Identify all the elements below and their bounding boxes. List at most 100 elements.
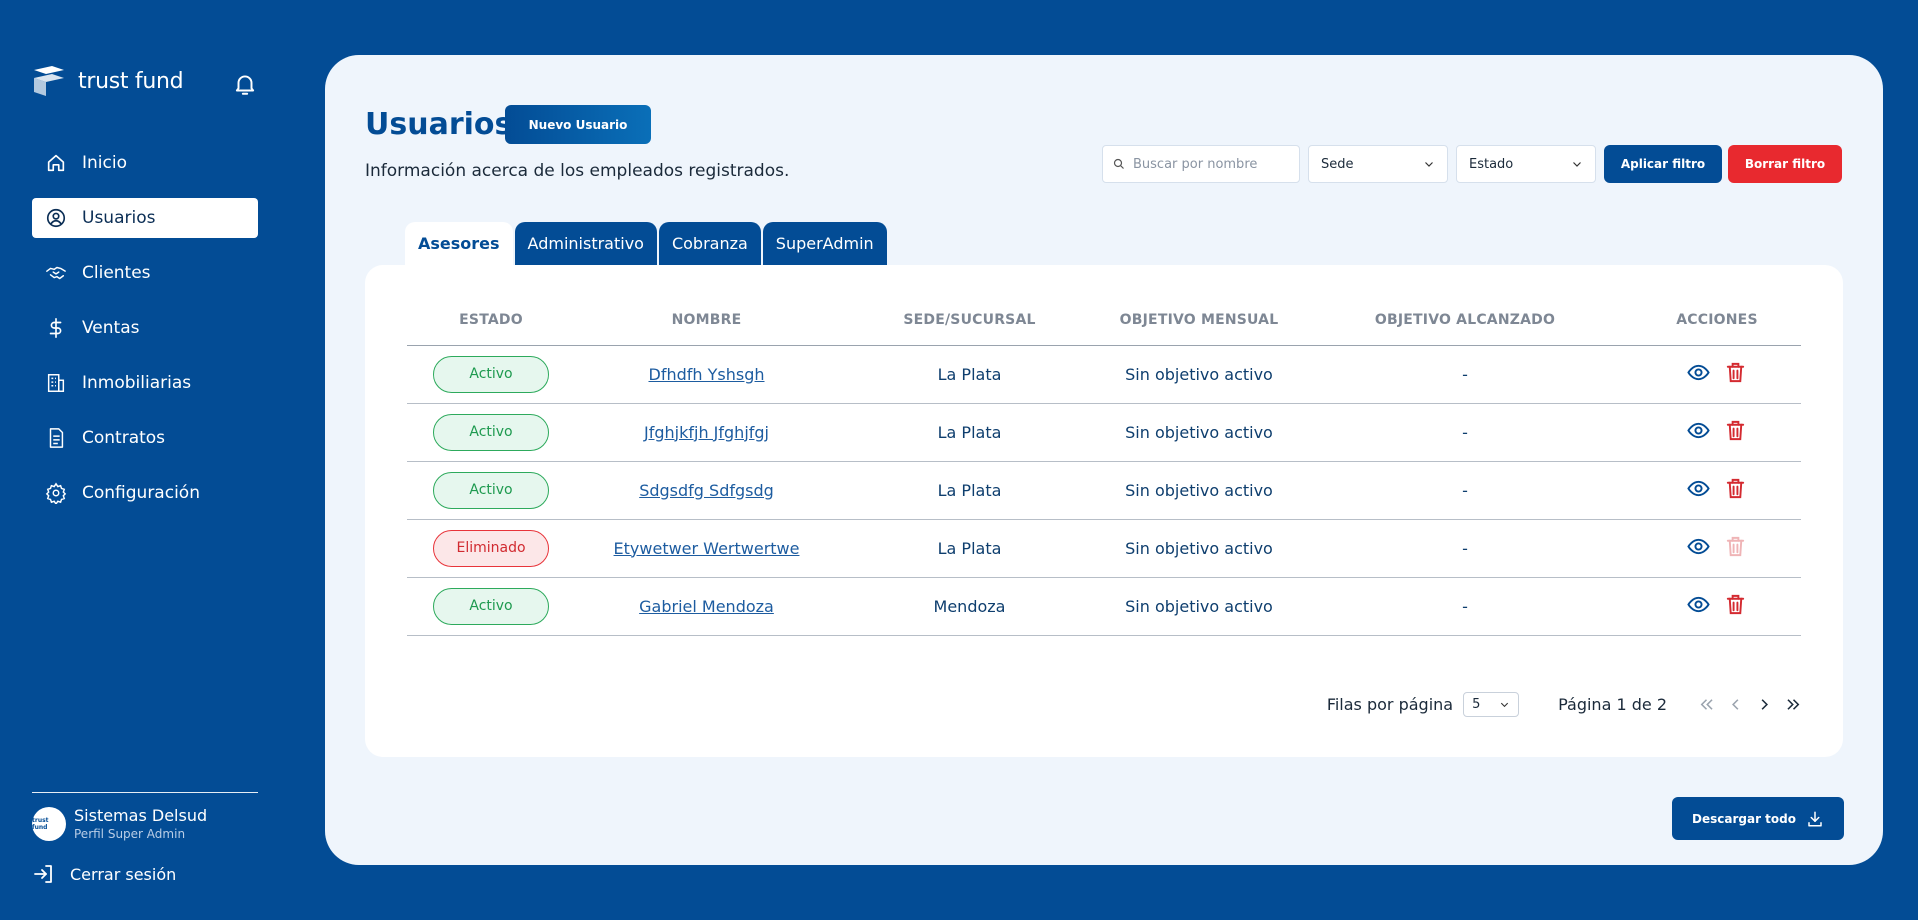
chevron-down-icon [1573,162,1581,167]
previous-page-icon[interactable] [1726,695,1745,714]
trash-icon[interactable] [1724,361,1747,384]
trash-icon[interactable] [1724,593,1747,616]
page-title: Usuarios [365,107,513,142]
rows-per-page-value: 5 [1472,697,1481,712]
user-name-link[interactable]: Jfghjkfjh Jfghjfgj [644,423,769,442]
sidebar-item-label: Inmobiliarias [82,373,192,393]
table-row: Activo Sdgsdfg Sdfgsdg La Plata Sin obje… [407,461,1801,520]
view-eye-icon[interactable] [1687,593,1710,616]
sidebar-item-label: Contratos [82,428,166,448]
home-icon [44,151,68,175]
sede-cell: La Plata [838,345,1101,404]
trash-icon[interactable] [1724,477,1747,500]
user-profile[interactable]: trust fund Sistemas Delsud Perfil Super … [32,806,207,841]
bell-icon[interactable] [232,71,258,97]
user-name-link[interactable]: Gabriel Mendoza [639,597,774,616]
sede-select-value: Sede [1321,156,1354,172]
new-user-button[interactable]: Nuevo Usuario [505,105,651,144]
objetivo-alcanzado-cell: - [1297,519,1633,578]
table-row: Activo Gabriel Mendoza Mendoza Sin objet… [407,577,1801,636]
logout-icon [34,865,52,883]
rows-per-page-label: Filas por página [1326,695,1454,714]
tab-administrativo[interactable]: Administrativo [514,222,657,265]
apply-filter-button[interactable]: Aplicar filtro [1604,145,1722,183]
objetivo-alcanzado-cell: - [1297,461,1633,520]
objetivo-mensual-cell: Sin objetivo activo [1101,345,1297,404]
sede-cell: Mendoza [838,577,1101,636]
trash-icon [1726,536,1745,556]
rows-per-page-select[interactable]: 5 [1463,692,1520,717]
view-eye-icon[interactable] [1687,361,1710,384]
handshake-icon [44,261,68,285]
objetivo-alcanzado-cell: - [1297,577,1633,636]
search-icon [1113,158,1124,169]
user-name-link[interactable]: Sdgsdfg Sdfgsdg [639,481,774,500]
sidebar-item-configuracion[interactable]: Configuración [32,473,258,513]
sede-select[interactable]: Sede [1308,145,1448,183]
view-eye-icon[interactable] [1687,419,1710,442]
trash-icon[interactable] [1724,419,1747,442]
download-all-button[interactable]: Descargar todo [1672,797,1844,840]
search-input[interactable] [1133,156,1293,172]
column-header-acciones: ACCIONES [1633,295,1801,346]
column-header-sede: SEDE/SUCURSAL [838,295,1101,346]
sidebar-item-inmobiliarias[interactable]: Inmobiliarias [32,363,258,403]
view-eye-icon[interactable] [1687,535,1710,558]
clear-filter-button[interactable]: Borrar filtro [1728,145,1842,183]
sidebar-divider [32,792,258,793]
status-badge: Eliminado [433,529,549,567]
objetivo-mensual-cell: Sin objetivo activo [1101,519,1297,578]
column-header-objetivo-alcanzado: OBJETIVO ALCANZADO [1297,295,1633,346]
users-table: ESTADO NOMBRE SEDE/SUCURSAL OBJETIVO MEN… [407,295,1801,636]
column-header-estado: ESTADO [407,295,575,346]
avatar: trust fund [32,806,66,841]
table-row: Eliminado Etywetwer Wertwertwe La Plata … [407,519,1801,578]
first-page-icon[interactable] [1697,695,1716,714]
objetivo-mensual-cell: Sin objetivo activo [1101,461,1297,520]
sidebar-item-contratos[interactable]: Contratos [32,418,258,458]
pagination: Filas por página 5 Página 1 de 2 [1327,692,1803,717]
last-page-icon[interactable] [1784,695,1803,714]
sidebar-item-clientes[interactable]: Clientes [32,253,258,293]
user-name-link[interactable]: Etywetwer Wertwertwe [614,539,800,558]
sidebar-item-ventas[interactable]: Ventas [32,308,258,348]
filters-bar: Sede Estado Aplicar filtro Borrar filtro [1102,145,1842,183]
search-box[interactable] [1102,145,1300,183]
sidebar-item-inicio[interactable]: Inicio [32,143,258,183]
logout-label: Cerrar sesión [70,864,177,884]
user-name-link[interactable]: Dfhdfh Yshsgh [649,365,765,384]
tab-asesores[interactable]: Asesores [405,222,513,265]
view-eye-icon[interactable] [1687,477,1710,500]
chevron-down-icon [1500,702,1509,708]
objetivo-mensual-cell: Sin objetivo activo [1101,403,1297,462]
tab-superadmin[interactable]: SuperAdmin [762,222,887,265]
objetivo-alcanzado-cell: - [1297,403,1633,462]
sidebar-item-label: Clientes [82,263,151,283]
sede-cell: La Plata [838,461,1101,520]
logout-button[interactable]: Cerrar sesión [32,862,176,886]
profile-name: Sistemas Delsud [74,806,208,825]
status-badge: Activo [433,471,549,509]
column-header-nombre: NOMBRE [575,295,838,346]
page-subtitle: Información acerca de los empleados regi… [365,161,790,181]
tab-cobranza[interactable]: Cobranza [658,222,761,265]
brand-name: trust fund [78,68,184,94]
profile-role: Perfil Super Admin [74,827,186,841]
dollar-icon [44,316,68,340]
sidebar-item-label: Ventas [82,318,140,338]
trust-fund-logo [34,66,64,96]
sede-cell: La Plata [838,519,1101,578]
estado-select[interactable]: Estado [1456,145,1596,183]
role-tabs: Asesores Administrativo Cobranza SuperAd… [405,222,889,265]
table-row: Activo Dfhdfh Yshsgh La Plata Sin objeti… [407,345,1801,404]
brand[interactable]: trust fund [32,66,184,96]
page-info: Página 1 de 2 [1558,695,1667,714]
chevron-down-icon [1425,162,1433,167]
next-page-icon[interactable] [1755,695,1774,714]
table-row: Activo Jfghjkfjh Jfghjfgj La Plata Sin o… [407,403,1801,462]
objetivo-mensual-cell: Sin objetivo activo [1101,577,1297,636]
pager-controls [1697,695,1803,714]
column-header-objetivo-mensual: OBJETIVO MENSUAL [1101,295,1297,346]
sidebar-item-usuarios[interactable]: Usuarios [32,198,258,238]
sede-cell: La Plata [838,403,1101,462]
